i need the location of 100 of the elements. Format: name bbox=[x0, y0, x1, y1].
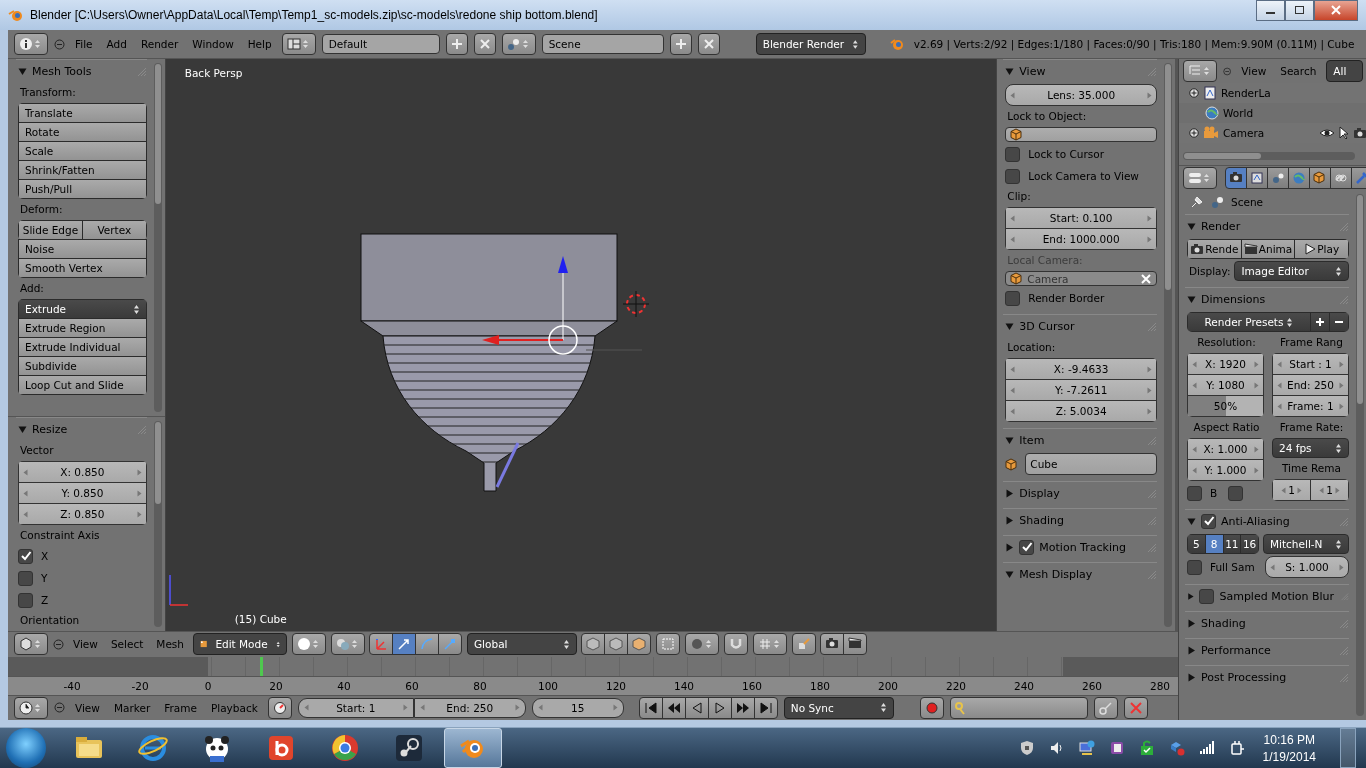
scene-tab[interactable] bbox=[1267, 167, 1289, 189]
dropdown[interactable]: Render Presets bbox=[1187, 312, 1311, 332]
info-editor-icon[interactable] bbox=[14, 33, 48, 55]
collapse-menu-icon[interactable] bbox=[54, 702, 65, 714]
notebook-icon[interactable] bbox=[1108, 740, 1125, 756]
panel-title[interactable]: Render bbox=[1201, 219, 1332, 233]
add-button[interactable] bbox=[1310, 312, 1330, 332]
decrement-arrow-icon[interactable] bbox=[1010, 386, 1016, 394]
expand-arrow-icon[interactable] bbox=[1005, 488, 1015, 498]
render-button[interactable]: Rende bbox=[1187, 239, 1242, 259]
taskbar-blender-logo-icon[interactable] bbox=[444, 728, 502, 768]
samples-toggle[interactable]: 16 bbox=[1240, 534, 1259, 554]
world-tab[interactable] bbox=[1288, 167, 1310, 189]
expand-plus-icon[interactable] bbox=[1189, 128, 1199, 138]
proportional-edit-icon[interactable] bbox=[685, 633, 719, 656]
number-field[interactable]: X: -9.4633 bbox=[1005, 358, 1157, 380]
name-field[interactable]: Cube bbox=[1025, 453, 1157, 475]
playhead[interactable] bbox=[259, 657, 263, 676]
scrollbar[interactable] bbox=[1356, 194, 1364, 716]
editor-type-icon[interactable] bbox=[1183, 167, 1217, 189]
outliner-item[interactable]: Camera bbox=[1223, 127, 1315, 139]
decrement-arrow-icon[interactable] bbox=[1277, 381, 1282, 389]
menu-item[interactable]: Marker bbox=[109, 702, 155, 714]
increment-arrow-icon[interactable] bbox=[1339, 563, 1344, 571]
camera-icon[interactable] bbox=[1353, 127, 1366, 139]
object-tab[interactable] bbox=[1309, 167, 1331, 189]
decrement-arrow-icon[interactable] bbox=[1319, 486, 1325, 494]
panel-title[interactable]: Post Processing bbox=[1201, 670, 1332, 684]
close-button[interactable] bbox=[1314, 0, 1358, 21]
tool-button[interactable]: Slide Edge bbox=[18, 220, 83, 240]
decrement-arrow-icon[interactable] bbox=[1192, 466, 1197, 474]
number-field[interactable]: X: 0.850 bbox=[18, 461, 147, 483]
number-field[interactable]: Start : 1 bbox=[1272, 353, 1349, 375]
increment-arrow-icon[interactable] bbox=[136, 468, 142, 476]
checkbox[interactable] bbox=[1187, 559, 1202, 575]
occlude-icon[interactable] bbox=[656, 633, 680, 656]
increment-arrow-icon[interactable] bbox=[1339, 402, 1344, 410]
minimize-button[interactable] bbox=[1256, 0, 1285, 21]
number-field[interactable]: Z: 0.850 bbox=[18, 503, 147, 525]
tool-button[interactable]: Shrink/Fatten bbox=[18, 160, 147, 180]
number-field[interactable]: 1 bbox=[1272, 479, 1311, 501]
increment-arrow-icon[interactable] bbox=[1147, 235, 1152, 243]
scrollbar[interactable] bbox=[153, 421, 162, 627]
decrement-arrow-icon[interactable] bbox=[1010, 214, 1016, 222]
checkbox[interactable] bbox=[1019, 539, 1035, 555]
panel-title[interactable]: Display bbox=[1019, 486, 1140, 500]
scene-field[interactable]: Scene bbox=[541, 34, 664, 54]
decrement-arrow-icon[interactable] bbox=[1010, 407, 1016, 415]
collapse-arrow-icon[interactable] bbox=[1005, 569, 1015, 579]
dropdown[interactable]: 24 fps bbox=[1272, 438, 1349, 458]
collapse-arrow-icon[interactable] bbox=[1187, 221, 1196, 231]
editor-type-icon[interactable] bbox=[14, 633, 48, 656]
increment-arrow-icon[interactable] bbox=[1339, 381, 1344, 389]
clock-time[interactable]: 10:16 PM bbox=[1263, 732, 1315, 747]
render-layers-tab[interactable] bbox=[1246, 167, 1268, 189]
panel-title[interactable]: Dimensions bbox=[1201, 292, 1332, 306]
number-field[interactable]: S: 1.000 bbox=[1265, 556, 1349, 578]
select-mode-cube-icon[interactable] bbox=[627, 633, 651, 656]
start-button[interactable] bbox=[6, 728, 46, 768]
panel-title[interactable]: Performance bbox=[1201, 643, 1332, 657]
panel-title[interactable]: Shading bbox=[1201, 616, 1332, 630]
menu-item[interactable]: File bbox=[71, 38, 97, 50]
slider-field[interactable]: 50% bbox=[1187, 395, 1264, 417]
add-icon[interactable] bbox=[669, 33, 692, 55]
number-field[interactable]: Y: -7.2611 bbox=[1005, 379, 1157, 401]
menu-item[interactable]: Mesh bbox=[152, 638, 188, 651]
panel-title[interactable]: Sampled Motion Blur bbox=[1219, 589, 1335, 603]
expand-arrow-icon[interactable] bbox=[1005, 542, 1015, 552]
expand-arrow-icon[interactable] bbox=[1005, 515, 1015, 525]
select-mode-cube-icon[interactable] bbox=[604, 633, 628, 656]
decrement-arrow-icon[interactable] bbox=[1277, 360, 1282, 368]
constraints-tab[interactable] bbox=[1330, 167, 1352, 189]
tool-button[interactable]: Rotate bbox=[18, 122, 147, 142]
dropdown[interactable]: Extrude bbox=[18, 299, 147, 319]
decrement-arrow-icon[interactable] bbox=[1270, 563, 1275, 571]
number-field[interactable]: Lens: 35.000 bbox=[1005, 84, 1157, 106]
panel-title[interactable]: View bbox=[1019, 64, 1140, 78]
decrement-arrow-icon[interactable] bbox=[23, 468, 28, 476]
animation-button[interactable]: Anima bbox=[1240, 239, 1296, 259]
eye-icon[interactable] bbox=[1319, 127, 1335, 139]
select-mode-cube-icon[interactable] bbox=[581, 633, 605, 656]
record-icon[interactable] bbox=[919, 697, 944, 719]
expand-plus-icon[interactable] bbox=[1189, 88, 1199, 98]
render-animation-icon[interactable] bbox=[843, 633, 867, 656]
scrollbar[interactable] bbox=[153, 63, 162, 412]
tool-button[interactable]: Loop Cut and Slide bbox=[18, 375, 147, 395]
menu-item[interactable]: Render bbox=[136, 38, 183, 50]
increment-arrow-icon[interactable] bbox=[136, 510, 142, 518]
menu-item[interactable]: Help bbox=[243, 38, 276, 50]
magnet-icon[interactable] bbox=[724, 633, 748, 656]
outliner-item[interactable]: World bbox=[1223, 107, 1366, 119]
manipulator-axes-icon[interactable] bbox=[369, 633, 393, 656]
checkbox[interactable] bbox=[1005, 290, 1021, 306]
decrement-arrow-icon[interactable] bbox=[23, 489, 28, 497]
collapse-menu-icon[interactable] bbox=[54, 38, 65, 50]
outliner-item[interactable]: RenderLa bbox=[1221, 87, 1366, 99]
menu-item[interactable]: Window bbox=[188, 38, 238, 50]
decrement-arrow-icon[interactable] bbox=[1192, 360, 1197, 368]
increment-arrow-icon[interactable] bbox=[136, 489, 142, 497]
scene-icon[interactable] bbox=[501, 33, 536, 55]
